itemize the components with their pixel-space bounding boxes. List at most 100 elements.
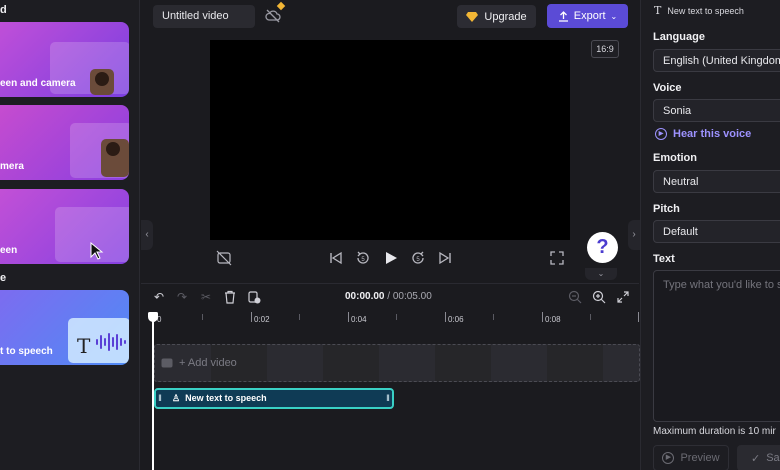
undo-icon[interactable]: ↶ — [152, 290, 166, 304]
ruler-tick — [348, 312, 349, 322]
cursor-icon — [90, 242, 104, 260]
ruler-tick — [493, 314, 494, 320]
app-root: d een and camera mera een e T t to speec… — [0, 0, 780, 470]
fullscreen-icon[interactable] — [549, 250, 565, 266]
help-button[interactable]: ? — [587, 232, 618, 263]
speaker-icon: ♙ — [172, 393, 181, 403]
card-label: een — [0, 245, 18, 256]
ruler-tick — [638, 312, 639, 322]
add-video-hint: + Add video — [161, 357, 237, 369]
forward-5-icon[interactable]: 5 — [410, 250, 426, 266]
ruler-tick — [299, 314, 300, 320]
top-bar: Untitled video Upgrade Export ⌄ — [141, 0, 639, 32]
ruler-label: 0:02 — [254, 315, 270, 324]
language-label: Language — [653, 31, 705, 43]
fit-timeline-icon[interactable] — [616, 290, 630, 304]
rewind-5-icon[interactable]: 5 — [355, 250, 371, 266]
text-to-speech-panel: T New text to speech Language English (U… — [640, 0, 780, 470]
collapse-right-chevron-icon[interactable]: › — [628, 220, 640, 250]
left-panel: d een and camera mera een e T t to speec… — [0, 0, 140, 470]
current-time: 00:00.00 — [345, 291, 385, 302]
diamond-icon — [466, 11, 479, 22]
tts-audio-clip[interactable]: ‖ ♙ New text to speech ‖ — [154, 388, 394, 409]
scissors-icon[interactable]: ✂ — [199, 290, 213, 304]
card-label: een and camera — [0, 78, 76, 89]
caption-off-icon[interactable] — [216, 250, 232, 266]
text-glyph-icon: T — [77, 334, 91, 358]
voice-select[interactable]: Sonia — [653, 99, 780, 122]
panel-header: T New text to speech — [654, 4, 744, 17]
zoom-in-icon[interactable] — [592, 290, 606, 304]
add-video-label: + Add video — [179, 357, 237, 369]
cloud-off-icon[interactable] — [265, 9, 281, 23]
ruler-label: 0:06 — [448, 315, 464, 324]
pitch-select[interactable]: Default — [653, 220, 780, 243]
panel-title: New text to speech — [667, 5, 744, 16]
timeline-toolbar: ↶ ↷ ✂ 00:00.00 / 00:05.00 — [141, 283, 639, 310]
voice-label: Voice — [653, 82, 682, 94]
video-title-input[interactable]: Untitled video — [153, 5, 255, 28]
section-header: d — [0, 4, 7, 16]
clip-trim-handle-left[interactable]: ‖ — [156, 391, 164, 406]
save-label: Sa — [766, 452, 780, 464]
duplicate-icon[interactable] — [247, 290, 261, 304]
collapse-left-chevron-icon[interactable]: ‹ — [141, 220, 153, 250]
upload-icon — [558, 10, 568, 22]
ruler-tick — [251, 312, 252, 322]
ruler-label: 0:08 — [545, 315, 561, 324]
section-header: e — [0, 272, 7, 284]
clip-title: ♙ New text to speech — [172, 393, 267, 404]
card-label: mera — [0, 161, 24, 172]
waveform-icon — [96, 333, 126, 351]
clip-label: New text to speech — [185, 393, 267, 403]
preview-button[interactable]: ▶ Preview — [653, 445, 729, 470]
record-screen-card[interactable]: een — [0, 189, 129, 264]
upgrade-label: Upgrade — [484, 10, 527, 23]
ruler-tick — [396, 314, 397, 320]
timeline-ruler[interactable]: 0 0:02 0:04 0:06 0:08 — [141, 310, 639, 330]
clip-trim-handle-right[interactable]: ‖ — [384, 391, 392, 406]
playhead[interactable] — [148, 312, 158, 470]
video-icon — [161, 358, 173, 368]
total-time: 00:05.00 — [392, 291, 432, 302]
ruler-label: 0:04 — [351, 315, 367, 324]
hear-this-voice-link[interactable]: ▶ Hear this voice — [655, 128, 751, 140]
zoom-out-icon[interactable] — [568, 290, 582, 304]
redo-icon[interactable]: ↷ — [175, 290, 189, 304]
pitch-label: Pitch — [653, 203, 680, 215]
ruler-tick — [590, 314, 591, 320]
record-camera-card[interactable]: mera — [0, 105, 129, 180]
aspect-ratio-button[interactable]: 16:9 — [591, 40, 619, 58]
play-circle-icon: ▶ — [655, 128, 667, 140]
timecode: 00:00.00 / 00:05.00 — [345, 291, 432, 302]
text-icon: T — [654, 4, 662, 17]
script-textarea[interactable]: Type what you'd like to sa — [653, 270, 780, 422]
emotion-select[interactable]: Neutral — [653, 170, 780, 193]
text-to-speech-card[interactable]: T t to speech — [0, 290, 129, 365]
trash-icon[interactable] — [223, 290, 237, 304]
language-select[interactable]: English (United Kingdom) — [653, 49, 780, 72]
avatar — [101, 139, 129, 177]
avatar — [90, 69, 114, 95]
video-track-dropzone[interactable]: + Add video — [154, 344, 640, 382]
play-circle-icon: ▶ — [662, 452, 675, 464]
emotion-label: Emotion — [653, 152, 697, 164]
export-label: Export — [573, 10, 606, 22]
video-preview[interactable] — [210, 40, 570, 240]
time-separator: / — [384, 291, 393, 302]
record-screen-camera-card[interactable]: een and camera — [0, 22, 129, 97]
check-icon: ✓ — [751, 452, 761, 465]
skip-back-icon[interactable] — [328, 250, 344, 266]
export-button[interactable]: Export ⌄ — [547, 4, 628, 28]
save-button[interactable]: ✓ Sa — [737, 445, 780, 470]
upgrade-button[interactable]: Upgrade — [457, 5, 536, 28]
card-label: t to speech — [0, 346, 53, 357]
max-duration-note: Maximum duration is 10 mir — [653, 426, 776, 437]
chevron-down-icon: ⌄ — [610, 11, 618, 21]
expand-timeline-chevron-icon[interactable]: ⌄ — [585, 268, 617, 280]
text-label: Text — [653, 253, 675, 265]
ruler-tick — [542, 312, 543, 322]
ruler-tick — [445, 312, 446, 322]
play-icon[interactable] — [383, 250, 399, 266]
skip-forward-icon[interactable] — [437, 250, 453, 266]
